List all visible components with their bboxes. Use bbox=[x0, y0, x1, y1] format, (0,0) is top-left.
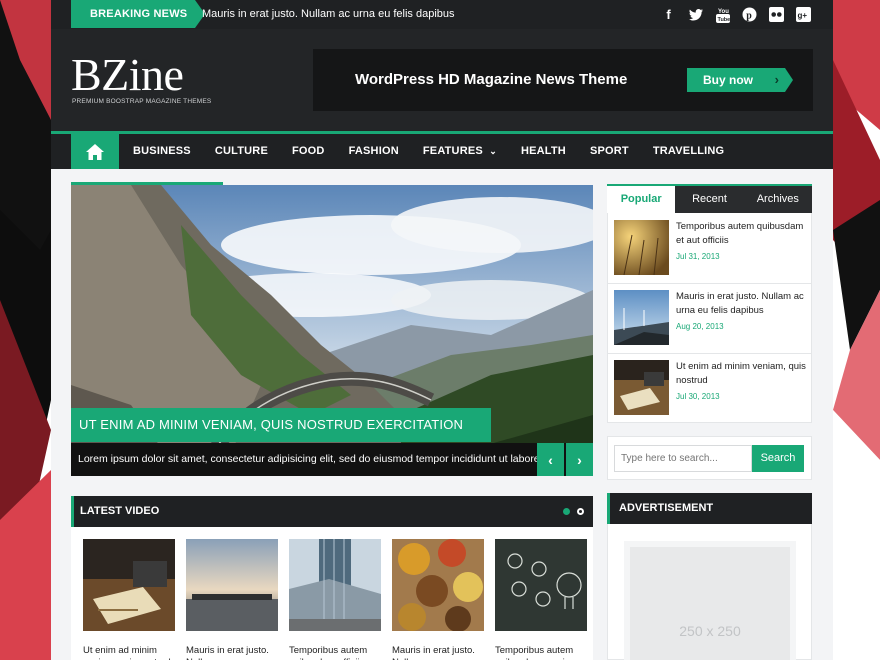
post-item[interactable]: Mauris in erat justo. Nullam ac urna eu … bbox=[614, 290, 806, 346]
video-item[interactable]: Temporibus autem quibusdam officiis bbox=[289, 539, 381, 660]
slide-prev-button[interactable]: ‹ bbox=[537, 443, 564, 476]
sidebar-tabs: Popular Recent Archives bbox=[607, 184, 812, 213]
tab-archives[interactable]: Archives bbox=[743, 186, 812, 213]
nav-menu: BUSINESS CULTURE FOOD FASHION FEATURES ⌄… bbox=[121, 134, 736, 169]
video-thumbnail bbox=[83, 539, 175, 631]
twitter-icon[interactable] bbox=[686, 5, 705, 24]
post-thumbnail bbox=[614, 290, 669, 345]
post-date: Jul 31, 2013 bbox=[676, 252, 720, 261]
post-thumbnail bbox=[614, 360, 669, 415]
tab-recent[interactable]: Recent bbox=[675, 186, 744, 213]
latest-video-header: LATEST VIDEO bbox=[71, 496, 593, 527]
breaking-news-ticker[interactable]: Mauris in erat justo. Nullam ac urna eu … bbox=[202, 0, 455, 28]
nav-item-food[interactable]: FOOD bbox=[280, 134, 337, 169]
buy-now-label: Buy now bbox=[703, 73, 753, 87]
nav-item-features-label: FEATURES bbox=[422, 145, 483, 157]
advertisement-widget: ADVERTISEMENT 250 x 250 bbox=[607, 493, 812, 660]
post-title[interactable]: Mauris in erat justo. Nullam ac urna eu … bbox=[676, 290, 810, 318]
banner-title: WordPress HD Magazine News Theme bbox=[355, 71, 628, 88]
advertisement-title: ADVERTISEMENT bbox=[607, 493, 812, 524]
site-logo[interactable]: BZine bbox=[71, 52, 184, 98]
post-item[interactable]: Ut enim ad minim veniam, quis nostrud Ju… bbox=[614, 360, 806, 416]
nav-item-culture[interactable]: CULTURE bbox=[203, 134, 280, 169]
video-thumbnail bbox=[186, 539, 278, 631]
breaking-news-label: BREAKING NEWS bbox=[71, 0, 205, 28]
tab-popular[interactable]: Popular bbox=[607, 186, 676, 213]
post-date: Aug 20, 2013 bbox=[676, 322, 724, 331]
video-item[interactable]: Ut enim ad minim veniam, quis nostrud bbox=[83, 539, 175, 660]
google-plus-icon[interactable]: g+ bbox=[794, 5, 813, 24]
nav-item-fashion[interactable]: FASHION bbox=[337, 134, 411, 169]
sidebar-tabs-widget: Popular Recent Archives Temporibus autem… bbox=[607, 184, 812, 423]
video-thumbnail bbox=[392, 539, 484, 632]
slide-excerpt: Lorem ipsum dolor sit amet, consectetur … bbox=[71, 443, 593, 476]
site-header: BZine PREMIUM BOOSTRAP MAGAZINE THEMES W… bbox=[51, 29, 833, 131]
flickr-icon[interactable] bbox=[767, 5, 786, 24]
social-links: f You Tube p g+ bbox=[659, 5, 813, 24]
header-banner[interactable]: WordPress HD Magazine News Theme Buy now… bbox=[313, 49, 813, 111]
nav-item-health[interactable]: HEALTH bbox=[509, 134, 578, 169]
post-item[interactable]: Temporibus autem quibusdam et aut offici… bbox=[614, 220, 806, 276]
page-container: BREAKING NEWS Mauris in erat justo. Null… bbox=[51, 0, 833, 660]
slide-next-button[interactable]: › bbox=[566, 443, 593, 476]
chevron-down-icon: ⌄ bbox=[489, 146, 497, 156]
latest-video-section: LATEST VIDEO Ut enim ad minim veniam, qu… bbox=[71, 496, 593, 660]
ad-size-label: 250 x 250 bbox=[679, 623, 741, 639]
ad-placeholder[interactable]: 250 x 250 bbox=[624, 541, 796, 660]
svg-text:g+: g+ bbox=[798, 11, 808, 20]
svg-text:p: p bbox=[746, 11, 752, 22]
pinterest-icon[interactable]: p bbox=[740, 5, 759, 24]
nav-home-button[interactable] bbox=[71, 134, 119, 169]
video-caption: Mauris in erat justo. Nullam ac urna bbox=[392, 645, 475, 660]
svg-text:Tube: Tube bbox=[717, 17, 730, 23]
latest-video-title: LATEST VIDEO bbox=[80, 505, 160, 517]
buy-now-button[interactable]: Buy now › bbox=[687, 68, 793, 92]
nav-item-business[interactable]: BUSINESS bbox=[121, 134, 203, 169]
svg-text:You: You bbox=[718, 9, 729, 15]
home-icon bbox=[86, 143, 104, 160]
video-caption: Ut enim ad minim veniam, quis nostrud bbox=[83, 645, 171, 660]
post-title[interactable]: Temporibus autem quibusdam et aut offici… bbox=[676, 220, 810, 248]
search-input[interactable] bbox=[614, 445, 752, 472]
video-item[interactable]: Temporibus autem quibusdam omnis bbox=[495, 539, 587, 660]
top-bar: BREAKING NEWS Mauris in erat justo. Null… bbox=[51, 0, 833, 29]
main-navigation: BUSINESS CULTURE FOOD FASHION FEATURES ⌄… bbox=[51, 131, 833, 169]
featured-slider[interactable]: UT ENIM AD MINIM VENIAM, QUIS NOSTRUD EX… bbox=[71, 185, 593, 476]
divider bbox=[608, 353, 811, 354]
search-button[interactable]: Search bbox=[752, 445, 804, 472]
carousel-dot[interactable] bbox=[577, 508, 584, 515]
post-thumbnail bbox=[614, 220, 669, 275]
nav-item-travelling[interactable]: TRAVELLING bbox=[641, 134, 736, 169]
post-date: Jul 30, 2013 bbox=[676, 392, 720, 401]
video-item[interactable]: Mauris in erat justo. Nullam ac urna bbox=[392, 539, 484, 660]
post-title[interactable]: Ut enim ad minim veniam, quis nostrud bbox=[676, 360, 810, 388]
facebook-icon[interactable]: f bbox=[659, 5, 678, 24]
nav-item-sport[interactable]: SPORT bbox=[578, 134, 641, 169]
youtube-icon[interactable]: You Tube bbox=[713, 5, 732, 24]
video-caption: Mauris in erat justo. Nullam ac urna bbox=[186, 645, 269, 660]
chevron-right-icon: › bbox=[774, 72, 779, 87]
video-list: Ut enim ad minim veniam, quis nostrud Ma… bbox=[83, 539, 587, 660]
site-tagline: PREMIUM BOOSTRAP MAGAZINE THEMES bbox=[72, 98, 212, 105]
carousel-dot-active[interactable] bbox=[563, 508, 570, 515]
video-thumbnail bbox=[495, 539, 587, 631]
video-thumbnail bbox=[289, 539, 381, 631]
divider bbox=[608, 283, 811, 284]
nav-item-features[interactable]: FEATURES ⌄ bbox=[411, 134, 509, 169]
video-item[interactable]: Mauris in erat justo. Nullam ac urna bbox=[186, 539, 278, 660]
video-caption: Temporibus autem quibusdam officiis bbox=[289, 645, 368, 660]
search-widget: Search bbox=[607, 436, 812, 480]
video-caption: Temporibus autem quibusdam omnis bbox=[495, 645, 574, 660]
slide-caption[interactable]: UT ENIM AD MINIM VENIAM, QUIS NOSTRUD EX… bbox=[71, 408, 491, 442]
